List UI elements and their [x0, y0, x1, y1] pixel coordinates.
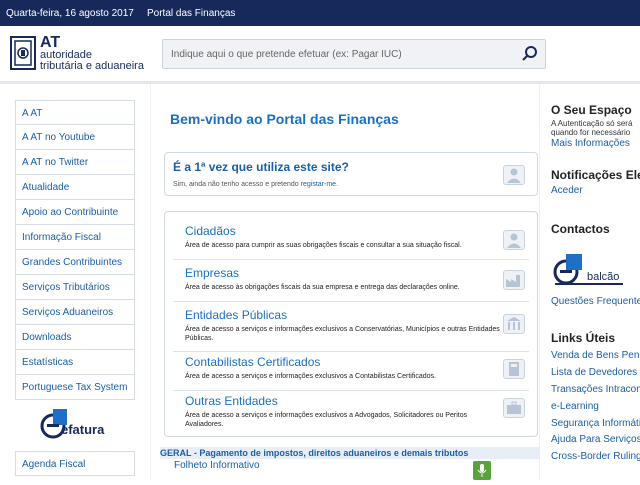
header: AT autoridade tributária e aduaneira: [0, 26, 640, 84]
links-uteis-title: Links Úteis: [551, 331, 616, 345]
coat-of-arms-icon: [10, 36, 36, 70]
notificacoes-title: Notificações Eletr: [551, 168, 640, 182]
first-time-question: É a 1ª vez que utiliza este site?: [173, 160, 349, 174]
sidebar-item-tax-system[interactable]: Portuguese Tax System: [15, 375, 135, 400]
contactos-title: Contactos: [551, 222, 610, 236]
aceder-link[interactable]: Aceder: [551, 185, 583, 196]
sidebar-item-servicos-tributarios[interactable]: Serviços Tributários: [15, 275, 135, 300]
efatura-label: efatura: [61, 422, 105, 437]
card-entidades-publicas-title: Entidades Públicas: [185, 308, 288, 322]
espaco-title: O Seu Espaço: [551, 103, 632, 117]
first-time-sub-end: .: [336, 181, 339, 188]
card-empresas-title: Empresas: [185, 266, 240, 280]
logo-text: AT autoridade tributária e aduaneira: [40, 34, 144, 72]
questoes-frequentes-link[interactable]: Questões Frequentes: [551, 296, 640, 307]
user-icon: [503, 165, 525, 185]
sidebar-item-grandes-contribuintes[interactable]: Grandes Contribuintes: [15, 250, 135, 275]
card-cidadaos-title: Cidadãos: [185, 224, 236, 238]
sidebar-item-twitter[interactable]: A AT no Twitter: [15, 150, 135, 175]
mais-informacoes-link[interactable]: Mais Informações: [551, 138, 630, 149]
current-date: Quarta-feira, 16 agosto 2017: [6, 8, 134, 19]
espaco-text-2: quando for necessário: [551, 128, 631, 137]
geral-banner[interactable]: GERAL - Pagamento de impostos, direitos …: [160, 447, 540, 459]
sidebar-item-agenda-fiscal[interactable]: Agenda Fiscal: [15, 451, 135, 476]
card-entidades-publicas[interactable]: Entidades Públicas Área de acesso a serv…: [173, 306, 529, 352]
card-outras-entidades-title: Outras Entidades: [185, 394, 278, 408]
sidebar-item-a-at[interactable]: A AT: [15, 100, 135, 125]
first-time-sub-text: Sim, ainda não tenho acesso e pretendo: [173, 181, 301, 188]
sidebar-item-youtube[interactable]: A AT no Youtube: [15, 125, 135, 150]
calculator-icon: [503, 359, 525, 379]
sidebar-item-downloads[interactable]: Downloads: [15, 325, 135, 350]
card-contabilistas-desc: Área de acesso a serviços e informações …: [185, 373, 436, 380]
card-cidadaos[interactable]: Cidadãos Área de acesso para cumprir as …: [173, 222, 529, 260]
page-title: Bem-vindo ao Portal das Finanças: [170, 111, 399, 127]
sidebar-item-estatisticas[interactable]: Estatísticas: [15, 350, 135, 375]
logo-tributaria: tributária e aduaneira: [40, 60, 144, 72]
link-lista-devedores[interactable]: Lista de Devedores: [551, 367, 637, 378]
access-cards: Cidadãos Área de acesso para cumprir as …: [164, 211, 538, 437]
link-cross-border[interactable]: Cross-Border Ruling (: [551, 451, 640, 462]
sidebar-item-servicos-aduaneiros[interactable]: Serviços Aduaneiros: [15, 300, 135, 325]
ebalcao-logo[interactable]: balcão: [551, 248, 631, 290]
link-e-learning[interactable]: e-Learning: [551, 401, 599, 412]
factory-icon: [503, 270, 525, 290]
folheto-link[interactable]: Folheto Informativo: [174, 460, 260, 471]
espaco-text-1: A Autenticação só será: [551, 119, 633, 128]
sidebar-item-informacao-fiscal[interactable]: Informação Fiscal: [15, 225, 135, 250]
card-outras-entidades-desc: Área de acesso a serviços e informações …: [185, 412, 468, 428]
microphone-icon[interactable]: [473, 461, 491, 480]
card-empresas-desc: Área de acesso às obrigações fiscais da …: [185, 284, 460, 291]
logo-at: AT: [40, 34, 61, 51]
balcao-label: balcão: [587, 271, 620, 283]
sidebar-item-atualidade[interactable]: Atualidade: [15, 175, 135, 200]
person-icon: [503, 230, 525, 250]
first-time-box[interactable]: É a 1ª vez que utiliza este site? Sim, a…: [164, 152, 538, 196]
search-bar: [162, 39, 546, 69]
building-icon: [503, 314, 525, 334]
link-ajuda-servicos[interactable]: Ajuda Para Serviços: [551, 434, 640, 445]
card-cidadaos-desc: Área de acesso para cumprir as suas obri…: [185, 242, 462, 249]
register-link[interactable]: registar-me: [301, 181, 336, 188]
sidebar-item-apoio[interactable]: Apoio ao Contribuinte: [15, 200, 135, 225]
sidebar-nav: A AT A AT no Youtube A AT no Twitter Atu…: [15, 100, 135, 400]
briefcase-icon: [503, 398, 525, 418]
card-contabilistas[interactable]: Contabilistas Certificados Área de acess…: [173, 353, 529, 391]
efatura-banner[interactable]: efatura: [15, 400, 135, 442]
top-bar: Quarta-feira, 16 agosto 2017 Portal das …: [0, 0, 640, 26]
link-seguranca[interactable]: Segurança Informátic: [551, 418, 640, 429]
card-empresas[interactable]: Empresas Área de acesso às obrigações fi…: [173, 264, 529, 302]
search-icon[interactable]: [521, 45, 539, 63]
card-contabilistas-title: Contabilistas Certificados: [185, 355, 321, 369]
portal-title[interactable]: Portal das Finanças: [147, 8, 235, 19]
at-logo[interactable]: AT autoridade tributária e aduaneira: [10, 34, 155, 76]
card-outras-entidades[interactable]: Outras Entidades Área de acesso a serviç…: [173, 392, 529, 436]
card-entidades-publicas-desc: Área de acesso a serviços e informações …: [185, 326, 500, 342]
first-time-sub: Sim, ainda não tenho acesso e pretendo r…: [173, 181, 338, 188]
link-transacoes[interactable]: Transações Intracom: [551, 384, 640, 395]
link-venda-bens[interactable]: Venda de Bens Penho: [551, 350, 640, 361]
ebalcao-icon: [553, 254, 623, 285]
search-input[interactable]: [163, 40, 513, 68]
